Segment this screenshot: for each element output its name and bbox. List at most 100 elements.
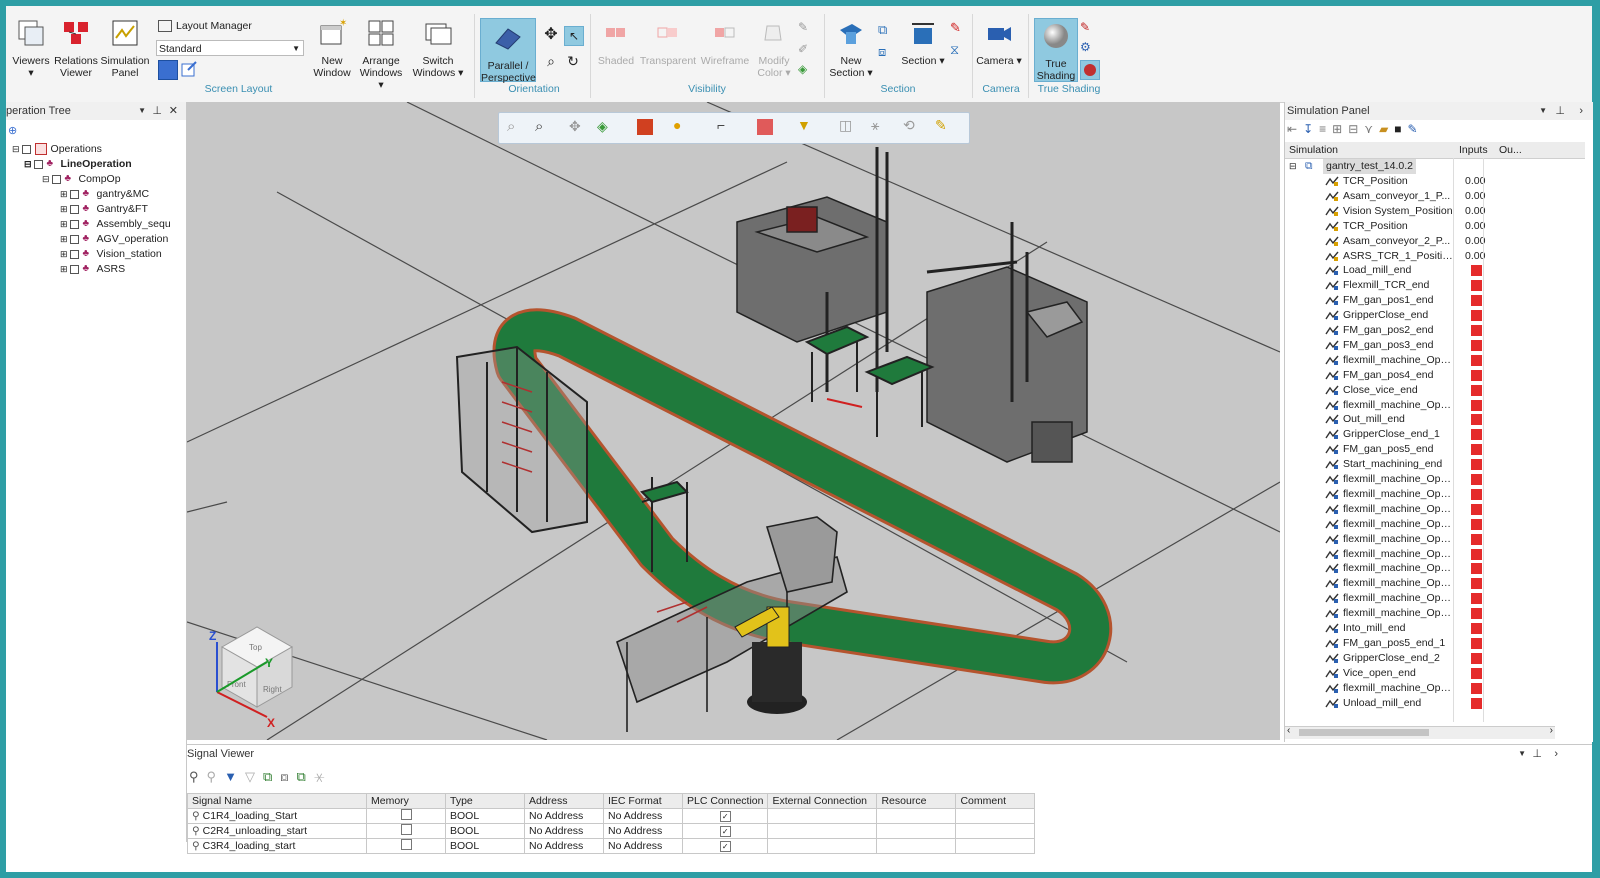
column-address[interactable]: Address: [524, 793, 604, 809]
tree-item-operations[interactable]: ⊟ Operations: [12, 142, 102, 157]
toolbar-icon[interactable]: ⋎: [1364, 122, 1379, 136]
layout-select[interactable]: Standard ▼: [156, 40, 304, 56]
settings-icon[interactable]: ⚹: [314, 769, 333, 784]
viewers-button[interactable]: Viewers ▾: [10, 18, 52, 79]
simulation-signal-row[interactable]: Vision System_Position 0.00: [1285, 204, 1585, 219]
scrollbar-thumb[interactable]: [1299, 729, 1429, 736]
comment-cell[interactable]: [955, 838, 1036, 854]
pan-icon[interactable]: ✥: [569, 118, 581, 135]
checkbox-icon[interactable]: [69, 249, 79, 259]
address-cell[interactable]: No Address: [524, 823, 604, 839]
simulation-signal-row[interactable]: flexmill_machine_Op1...: [1285, 606, 1585, 621]
snap-icon[interactable]: ◫: [839, 117, 852, 134]
signal-input-value[interactable]: 0.00: [1465, 174, 1495, 189]
expand-icon[interactable]: ⊞: [60, 219, 68, 229]
zoom-icon[interactable]: ⌕: [542, 52, 560, 70]
checkbox[interactable]: [400, 839, 412, 850]
signal-state-indicator[interactable]: [1471, 325, 1482, 336]
marker-icon[interactable]: ✎: [935, 117, 947, 134]
simulation-panel-button[interactable]: Simulation Panel: [100, 18, 150, 79]
collapse-icon[interactable]: ⊟: [12, 144, 20, 154]
address-cell[interactable]: No Address: [524, 838, 604, 854]
resource-cell[interactable]: [876, 838, 957, 854]
comment-cell[interactable]: [955, 823, 1036, 839]
external-connection-cell[interactable]: [767, 808, 878, 824]
edit-icon[interactable]: ✎: [1408, 122, 1424, 136]
section-tool-icon[interactable]: ✎: [950, 20, 968, 38]
simulation-signal-row[interactable]: flexmill_machine_Op1...: [1285, 532, 1585, 547]
signal-state-indicator[interactable]: [1471, 444, 1482, 456]
simulation-signal-row[interactable]: TCR_Position 0.00: [1285, 219, 1585, 234]
column-resource[interactable]: Resource: [876, 793, 957, 809]
type-cell[interactable]: BOOL: [445, 808, 525, 824]
shading-sphere-icon[interactable]: [1080, 60, 1100, 80]
simulation-signal-row[interactable]: ASRS_TCR_1_Position 0.00: [1285, 249, 1585, 264]
checkbox-icon[interactable]: [69, 189, 79, 199]
collapse-icon[interactable]: ⊟: [42, 174, 50, 184]
signal-input-value[interactable]: 0.00: [1465, 249, 1495, 264]
collapse-icon[interactable]: ⊟: [1289, 159, 1297, 174]
scroll-right-icon[interactable]: ›: [1550, 725, 1553, 736]
arrange-windows-button[interactable]: Arrange Windows ▾: [356, 18, 406, 91]
edit-layout-icon[interactable]: [180, 60, 198, 78]
scene-svg[interactable]: Top Front Right Z X Y: [187, 102, 1280, 740]
tree-item-gantry-ft[interactable]: ⊞ ♣ Gantry&FT: [60, 202, 148, 217]
signal-state-indicator[interactable]: [1471, 354, 1482, 366]
column-signal-name[interactable]: Signal Name: [187, 793, 367, 809]
signal-state-indicator[interactable]: [1471, 563, 1482, 575]
transparent-button[interactable]: Transparent: [638, 18, 698, 67]
measure-icon[interactable]: ⟲: [903, 117, 915, 134]
signal-state-indicator[interactable]: [1471, 667, 1482, 679]
simulation-signal-row[interactable]: flexmill_machine_Op1...: [1285, 517, 1585, 532]
new-window-button[interactable]: ✶ New Window: [312, 18, 352, 79]
save-layout-icon[interactable]: [158, 60, 178, 80]
signal-state-indicator[interactable]: [1471, 533, 1482, 545]
export-icon[interactable]: ⧉: [263, 769, 280, 784]
signal-input-value[interactable]: 0.00: [1465, 234, 1495, 249]
plc-connection-cell[interactable]: ✓: [681, 823, 769, 839]
checkbox[interactable]: ✓: [719, 826, 731, 837]
column-external-connection[interactable]: External Connection: [767, 793, 878, 809]
iec-format-cell[interactable]: No Address: [603, 838, 683, 854]
simulation-signal-row[interactable]: Flexmill_TCR_end: [1285, 278, 1585, 293]
mapping-icon[interactable]: ⧉: [297, 769, 314, 784]
signal-state-indicator[interactable]: [1471, 593, 1482, 605]
scroll-left-icon[interactable]: ‹: [1287, 725, 1290, 736]
tree-item-vision[interactable]: ⊞ ♣ Vision_station: [60, 247, 162, 262]
simulation-signal-row[interactable]: TCR_Position 0.00: [1285, 174, 1585, 189]
signal-state-indicator[interactable]: [1471, 503, 1482, 515]
simulation-panel-toolbar[interactable]: ⇤↧≡⊞⊟⋎▰■✎: [1287, 122, 1587, 140]
external-connection-cell[interactable]: [767, 838, 878, 854]
edit-signal-icon[interactable]: ⚲: [207, 769, 225, 784]
resource-cell[interactable]: [876, 808, 957, 824]
tree-item-compop[interactable]: ⊟ ♣ CompOp: [42, 172, 121, 187]
panel-menu-icon[interactable]: ▼: [1539, 102, 1547, 120]
expand-icon[interactable]: ⊞: [60, 249, 68, 259]
iec-format-cell[interactable]: No Address: [603, 823, 683, 839]
signal-state-indicator[interactable]: [1471, 548, 1482, 560]
checkbox[interactable]: [400, 824, 412, 835]
column-comment[interactable]: Comment: [955, 793, 1036, 809]
chevron-right-icon[interactable]: ›: [1554, 745, 1558, 763]
type-cell[interactable]: BOOL: [445, 838, 525, 854]
chevron-right-icon[interactable]: ›: [1579, 102, 1583, 120]
pan-icon[interactable]: ✥: [542, 26, 560, 44]
signal-state-indicator[interactable]: [1471, 697, 1482, 709]
simulation-signal-row[interactable]: GripperClose_end_1: [1285, 427, 1585, 442]
signal-state-indicator[interactable]: [1471, 623, 1482, 634]
simulation-signal-row[interactable]: Asam_conveyor_1_P... 0.00: [1285, 189, 1585, 204]
simulation-signal-row[interactable]: GripperClose_end_2: [1285, 651, 1585, 666]
toolbar-icon[interactable]: ⊟: [1348, 122, 1364, 136]
simulation-signal-row[interactable]: FM_gan_pos2_end: [1285, 323, 1585, 338]
plc-connection-cell[interactable]: ✓: [681, 838, 769, 854]
cnc-machine-2[interactable]: [926, 266, 1088, 463]
external-connection-cell[interactable]: [767, 823, 878, 839]
signal-state-indicator[interactable]: [1471, 310, 1482, 322]
tree-item-agv[interactable]: ⊞ ♣ AGV_operation: [60, 232, 168, 247]
resource-cell[interactable]: [876, 823, 957, 839]
shaded-button[interactable]: Shaded: [596, 18, 636, 67]
signal-state-indicator[interactable]: [1471, 295, 1482, 307]
signal-state-indicator[interactable]: [1471, 384, 1482, 396]
signal-state-indicator[interactable]: [1471, 459, 1482, 471]
column-type[interactable]: Type: [445, 793, 525, 809]
